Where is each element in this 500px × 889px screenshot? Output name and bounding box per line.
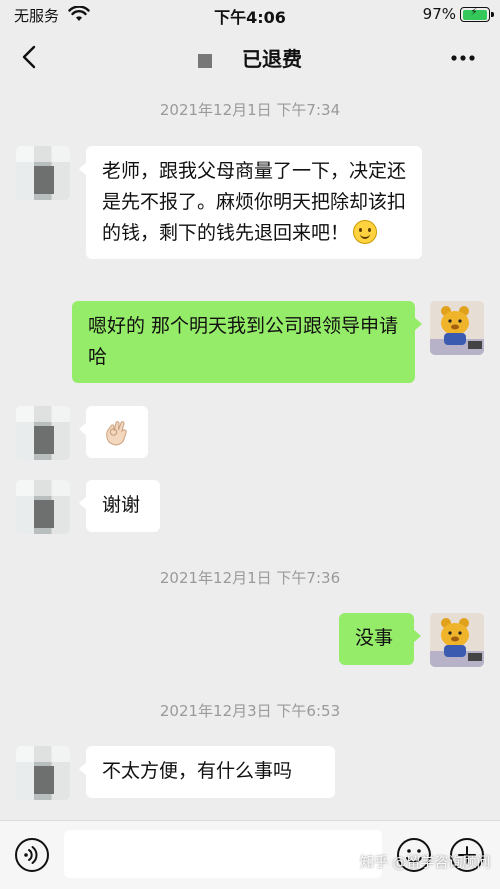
chat-title: 已退费 (0, 43, 500, 72)
contact-avatar[interactable] (16, 406, 70, 460)
message-bubble-received[interactable]: 谢谢 (79, 480, 160, 532)
timestamp: 2021年12月3日 下午6:53 (159, 702, 341, 720)
battery-percent: 97% (422, 5, 456, 23)
watermark: 知乎 @留学咨询顾问 (360, 855, 491, 871)
chat-title-text: 已退费 (242, 47, 302, 71)
more-options-icon[interactable] (450, 54, 476, 62)
message-text: 不太方便，有什么事吗 (102, 760, 293, 782)
message-text: 谢谢 (102, 494, 141, 516)
smiling-face-icon (353, 220, 378, 244)
message-text: 嗯好的 那个明天我到公司跟领导申请哈 (88, 315, 399, 368)
contact-avatar[interactable] (16, 746, 70, 800)
nav-bar: 已退费 (0, 30, 500, 85)
message-bubble-sent[interactable]: 嗯好的 那个明天我到公司跟领导申请哈 (72, 301, 422, 383)
status-bar: 无服务 下午4:06 97% ⚡ (0, 0, 500, 30)
message-bubble-received[interactable]: 老师，跟我父母商量了一下，决定还是先不报了。麻烦你明天把除却该扣的钱，剩下的钱先… (79, 146, 422, 259)
message-bubble-received[interactable]: 不太方便，有什么事吗 (79, 746, 335, 798)
battery-icon: ⚡ (460, 7, 494, 22)
self-avatar[interactable] (430, 613, 484, 667)
contact-avatar[interactable] (16, 480, 70, 534)
voice-input-icon[interactable] (14, 837, 50, 873)
bear-avatar-icon (430, 613, 484, 667)
self-avatar[interactable] (430, 301, 484, 355)
bear-avatar-icon (430, 301, 484, 355)
message-bubble-sent[interactable]: 没事 (339, 613, 421, 665)
message-bubble-received[interactable] (79, 406, 148, 458)
timestamp: 2021年12月1日 下午7:36 (159, 569, 341, 587)
contact-avatar[interactable] (16, 146, 70, 200)
ok-hand-icon (106, 421, 127, 446)
redacted-name-block (198, 53, 212, 68)
message-input[interactable] (64, 830, 382, 878)
timestamp: 2021年12月1日 下午7:34 (159, 101, 341, 119)
message-text: 没事 (355, 627, 394, 649)
